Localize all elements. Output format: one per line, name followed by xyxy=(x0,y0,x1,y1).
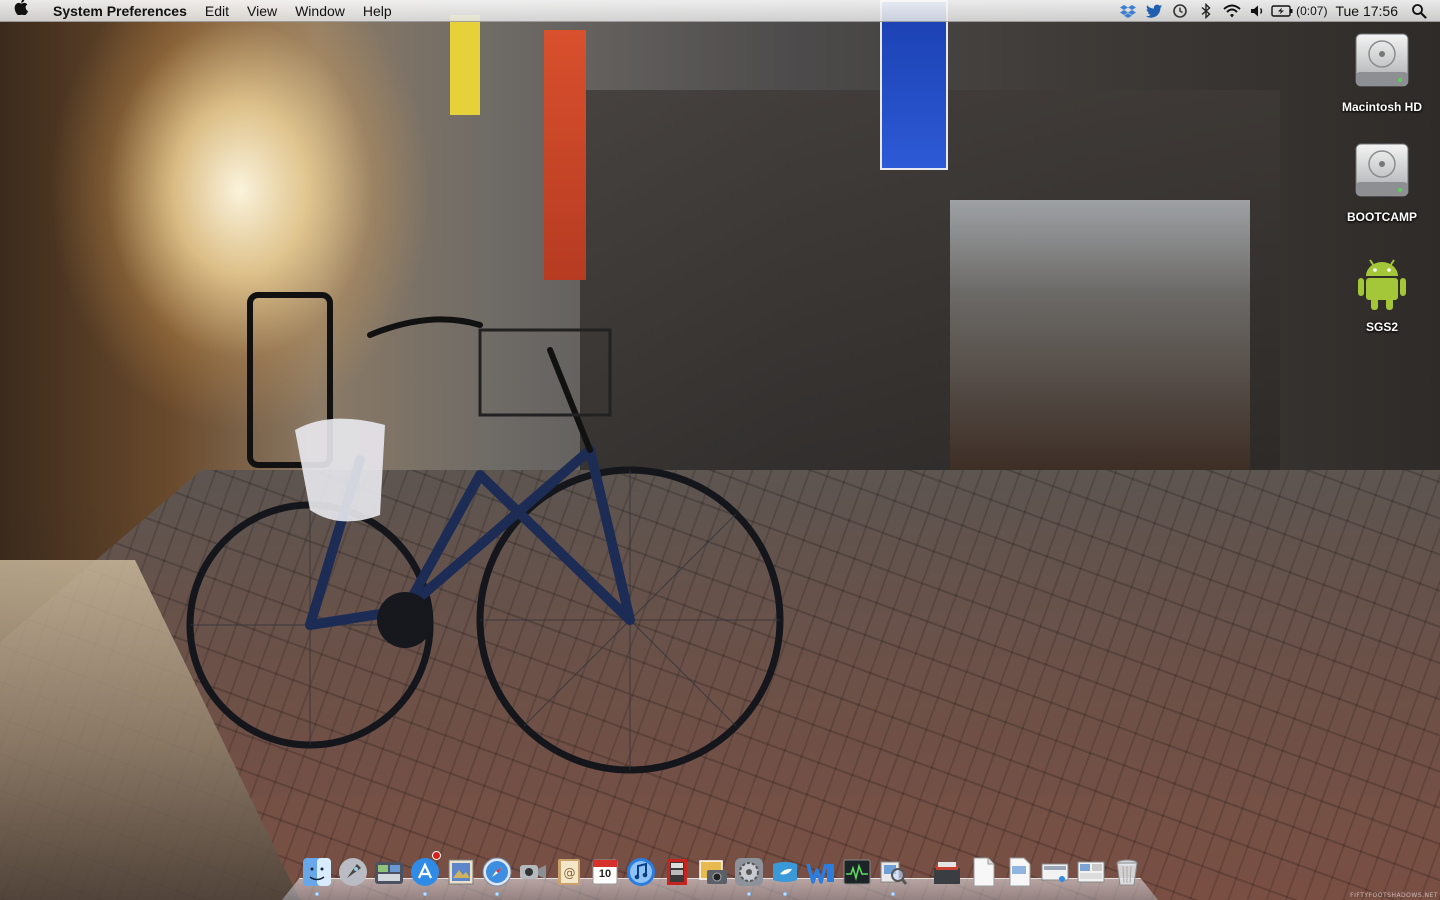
dock-documents-stack[interactable] xyxy=(930,854,964,890)
wifi-icon[interactable] xyxy=(1219,0,1245,22)
dock-facetime[interactable] xyxy=(516,854,550,890)
trash-icon xyxy=(1116,859,1138,886)
finder-icon xyxy=(303,858,331,886)
dock-twitter[interactable] xyxy=(768,854,802,896)
dock-plist-file[interactable] xyxy=(966,854,1000,890)
dock-word[interactable] xyxy=(804,854,838,890)
wallpaper-bicycle xyxy=(186,292,784,774)
dock-activity-monitor[interactable] xyxy=(840,854,874,890)
safari-compass-icon xyxy=(482,857,512,887)
wallpaper-blue-sign xyxy=(880,0,948,170)
address-book-icon: @ xyxy=(558,859,580,885)
desktop-icon-sgs2[interactable]: SGS2 xyxy=(1327,250,1437,334)
mission-control-icon xyxy=(375,862,403,884)
menu-help[interactable]: Help xyxy=(354,0,401,22)
notification-badge xyxy=(432,851,441,860)
wallpaper-yellow-sign xyxy=(450,15,480,115)
calendar-day: 10 xyxy=(598,868,612,880)
battery-time: (0:07) xyxy=(1296,3,1328,18)
dock-separator xyxy=(912,854,928,890)
preview-photo-icon xyxy=(448,859,474,885)
dock-preview[interactable] xyxy=(444,854,478,890)
dock-app-store[interactable] xyxy=(408,851,442,896)
desktop-icon-bootcamp[interactable]: BOOTCAMP xyxy=(1327,140,1437,224)
dock-contacts[interactable]: @ xyxy=(552,854,586,890)
dock-safari[interactable] xyxy=(480,854,514,896)
folder-stack-icon xyxy=(934,862,960,884)
photo-booth-icon xyxy=(667,859,687,885)
dock-mission-control[interactable] xyxy=(372,854,406,890)
desktop-icon-label: SGS2 xyxy=(1365,320,1398,334)
hard-drive-icon xyxy=(1355,143,1409,197)
battery-status[interactable]: (0:07) xyxy=(1271,0,1327,22)
volume-icon[interactable] xyxy=(1245,0,1271,22)
running-indicator xyxy=(783,892,787,896)
dock-pdf-file[interactable] xyxy=(1002,854,1036,890)
apple-menu-icon[interactable] xyxy=(0,0,42,22)
itunes-note-icon xyxy=(627,858,655,886)
svg-text:@: @ xyxy=(564,866,576,880)
running-indicator xyxy=(891,892,895,896)
dock-finder[interactable] xyxy=(300,854,334,896)
app-store-icon xyxy=(411,858,439,886)
menu-bar: System Preferences Edit View Window Help… xyxy=(0,0,1440,22)
desktop-icon-label: BOOTCAMP xyxy=(1347,210,1417,224)
menu-window[interactable]: Window xyxy=(286,0,354,22)
desktop-icon-label: Macintosh HD xyxy=(1341,100,1422,114)
twitter-app-icon xyxy=(773,862,797,882)
dropbox-icon[interactable] xyxy=(1115,0,1141,22)
android-icon xyxy=(1358,259,1406,310)
spotlight-search-icon[interactable] xyxy=(1406,0,1432,22)
screenshot-icon xyxy=(1077,861,1105,883)
dock-itunes[interactable] xyxy=(624,854,658,890)
preview-loupe-icon xyxy=(880,861,908,885)
dock-screenshot-file-2[interactable] xyxy=(1074,854,1108,890)
dock-photo-booth[interactable] xyxy=(660,854,694,890)
activity-monitor-icon xyxy=(843,859,871,885)
plist-document-icon xyxy=(973,857,995,887)
battery-charging-icon xyxy=(1271,4,1293,17)
wallpaper-watermark: FIFTYFOOTSHADOWS.NET xyxy=(1350,892,1438,899)
pdf-document-icon xyxy=(1009,857,1031,887)
screenshot-icon xyxy=(1041,863,1069,882)
bluetooth-icon[interactable] xyxy=(1193,0,1219,22)
dock-preview-2[interactable] xyxy=(876,854,910,896)
wallpaper-red-sign xyxy=(544,30,586,280)
running-indicator xyxy=(495,892,499,896)
hard-drive-icon xyxy=(1355,33,1409,87)
running-indicator xyxy=(423,892,427,896)
dock-iphoto[interactable] xyxy=(696,854,730,890)
twitter-bird-icon[interactable] xyxy=(1141,0,1167,22)
wallpaper-shop-front xyxy=(950,200,1250,470)
app-menu-system-preferences[interactable]: System Preferences xyxy=(42,0,196,22)
dock-trash[interactable] xyxy=(1110,854,1144,890)
system-preferences-gear-icon xyxy=(735,858,763,886)
running-indicator xyxy=(315,892,319,896)
desktop-icon-macintosh-hd[interactable]: Macintosh HD xyxy=(1327,30,1437,114)
launchpad-rocket-icon xyxy=(339,858,367,886)
menu-edit[interactable]: Edit xyxy=(196,0,238,22)
running-indicator xyxy=(747,892,751,896)
desktop-wallpaper xyxy=(0,0,1440,900)
word-icon xyxy=(806,863,834,884)
iphoto-camera-icon xyxy=(699,860,727,884)
menubar-clock[interactable]: Tue 17:56 xyxy=(1327,3,1406,19)
dock-calendar[interactable]: 10 xyxy=(588,854,622,890)
dock-system-preferences[interactable] xyxy=(732,854,766,896)
dock-launchpad[interactable] xyxy=(336,854,370,890)
menu-view[interactable]: View xyxy=(238,0,286,22)
dock: @ 10 xyxy=(300,850,1150,896)
time-machine-icon[interactable] xyxy=(1167,0,1193,22)
dock-screenshot-file[interactable] xyxy=(1038,854,1072,890)
facetime-camera-icon xyxy=(520,865,546,879)
